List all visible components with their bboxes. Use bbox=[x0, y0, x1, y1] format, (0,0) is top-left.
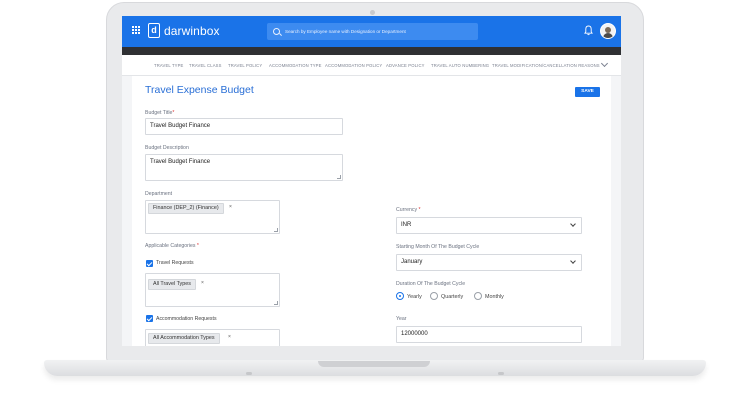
tab-travel-class[interactable]: TRAVEL CLASS bbox=[189, 63, 222, 68]
duration-monthly-label: Monthly bbox=[485, 294, 504, 300]
resize-handle-icon[interactable] bbox=[274, 228, 278, 232]
duration-yearly-label: Yearly bbox=[407, 294, 422, 300]
settings-tab-bar: TRAVEL TYPE TRAVEL CLASS TRAVEL POLICY A… bbox=[122, 55, 621, 76]
department-chip: Finance (DEP_2) (Finance) bbox=[148, 203, 224, 214]
department-chip-remove-icon[interactable]: × bbox=[229, 204, 232, 210]
travel-types-chip: All Travel Types bbox=[148, 279, 196, 290]
brand-mark-icon: d bbox=[148, 23, 160, 38]
budget-title-input[interactable]: Travel Budget Finance bbox=[145, 118, 343, 135]
starting-month-label: Starting Month Of The Budget Cycle bbox=[396, 244, 480, 250]
app-screen: d darwinbox Search by Employee name with… bbox=[122, 16, 621, 346]
accommodation-requests-checkbox[interactable] bbox=[146, 315, 153, 322]
tab-accommodation-policy[interactable]: ACCOMMODATION POLICY bbox=[325, 63, 382, 68]
budget-title-label: Budget Title* bbox=[145, 110, 175, 116]
duration-quarterly-label: Quarterly bbox=[441, 294, 464, 300]
accommodation-types-chip: All Accommodation Types bbox=[148, 333, 220, 344]
starting-month-value: January bbox=[401, 259, 423, 265]
resize-handle-icon[interactable] bbox=[337, 175, 341, 179]
laptop-foot-right bbox=[498, 372, 504, 375]
department-label: Department bbox=[145, 191, 173, 197]
budget-form-card: Travel Expense Budget SAVE Budget Title*… bbox=[132, 76, 611, 346]
tabs-chevron-down-icon[interactable] bbox=[600, 59, 609, 68]
laptop-foot-left bbox=[246, 372, 252, 375]
tab-travel-modification-reasons[interactable]: TRAVEL MODIFICATION/CANCELLATION REASONS bbox=[492, 63, 600, 68]
year-label: Year bbox=[396, 316, 407, 322]
travel-types-chip-remove-icon[interactable]: × bbox=[201, 280, 204, 286]
user-avatar[interactable] bbox=[600, 23, 616, 39]
starting-month-select[interactable]: January bbox=[396, 254, 582, 271]
brand-logo[interactable]: d darwinbox bbox=[148, 23, 220, 38]
search-placeholder: Search by Employee name with Designation… bbox=[285, 29, 406, 34]
budget-description-value: Travel Budget Finance bbox=[150, 159, 211, 165]
laptop-notch bbox=[318, 361, 430, 367]
tab-travel-policy[interactable]: TRAVEL POLICY bbox=[228, 63, 262, 68]
apps-grid-icon[interactable] bbox=[132, 26, 141, 35]
tab-advance-policy[interactable]: ADVANCE POLICY bbox=[386, 63, 425, 68]
budget-description-label: Budget Description bbox=[145, 145, 189, 151]
avatar-body bbox=[603, 33, 613, 38]
duration-quarterly-radio[interactable] bbox=[430, 292, 438, 300]
currency-select[interactable]: INR bbox=[396, 217, 582, 234]
year-input[interactable]: 12000000 bbox=[396, 326, 582, 343]
search-icon bbox=[273, 28, 280, 35]
camera-dot bbox=[370, 10, 375, 15]
tab-travel-auto-numbering[interactable]: TRAVEL AUTO NUMBERING bbox=[431, 63, 489, 68]
laptop-mockup: d darwinbox Search by Employee name with… bbox=[0, 0, 750, 398]
budget-description-textarea[interactable]: Travel Budget Finance bbox=[145, 154, 343, 181]
travel-requests-label: Travel Requests bbox=[156, 260, 194, 266]
duration-yearly-radio[interactable] bbox=[396, 292, 404, 300]
accommodation-requests-label: Accommodation Requests bbox=[156, 316, 217, 322]
currency-value: INR bbox=[401, 222, 412, 228]
page-title: Travel Expense Budget bbox=[145, 84, 254, 96]
duration-label: Duration Of The Budget Cycle bbox=[396, 281, 466, 287]
currency-label: Currency * bbox=[396, 207, 421, 213]
save-button[interactable]: SAVE bbox=[575, 87, 600, 97]
resize-handle-icon[interactable] bbox=[274, 301, 278, 305]
tab-travel-type[interactable]: TRAVEL TYPE bbox=[154, 63, 184, 68]
bell-icon[interactable] bbox=[584, 25, 593, 36]
tab-accommodation-type[interactable]: ACCOMMODATION TYPE bbox=[269, 63, 322, 68]
applicable-categories-label: Applicable Categories * bbox=[145, 243, 199, 249]
top-bar: d darwinbox Search by Employee name with… bbox=[122, 16, 621, 47]
travel-requests-checkbox[interactable] bbox=[146, 260, 153, 267]
brand-name: darwinbox bbox=[164, 23, 220, 38]
duration-monthly-radio[interactable] bbox=[474, 292, 482, 300]
global-search[interactable]: Search by Employee name with Designation… bbox=[267, 23, 478, 40]
header-strip bbox=[122, 47, 621, 55]
accommodation-types-chip-remove-icon[interactable]: × bbox=[228, 334, 231, 340]
